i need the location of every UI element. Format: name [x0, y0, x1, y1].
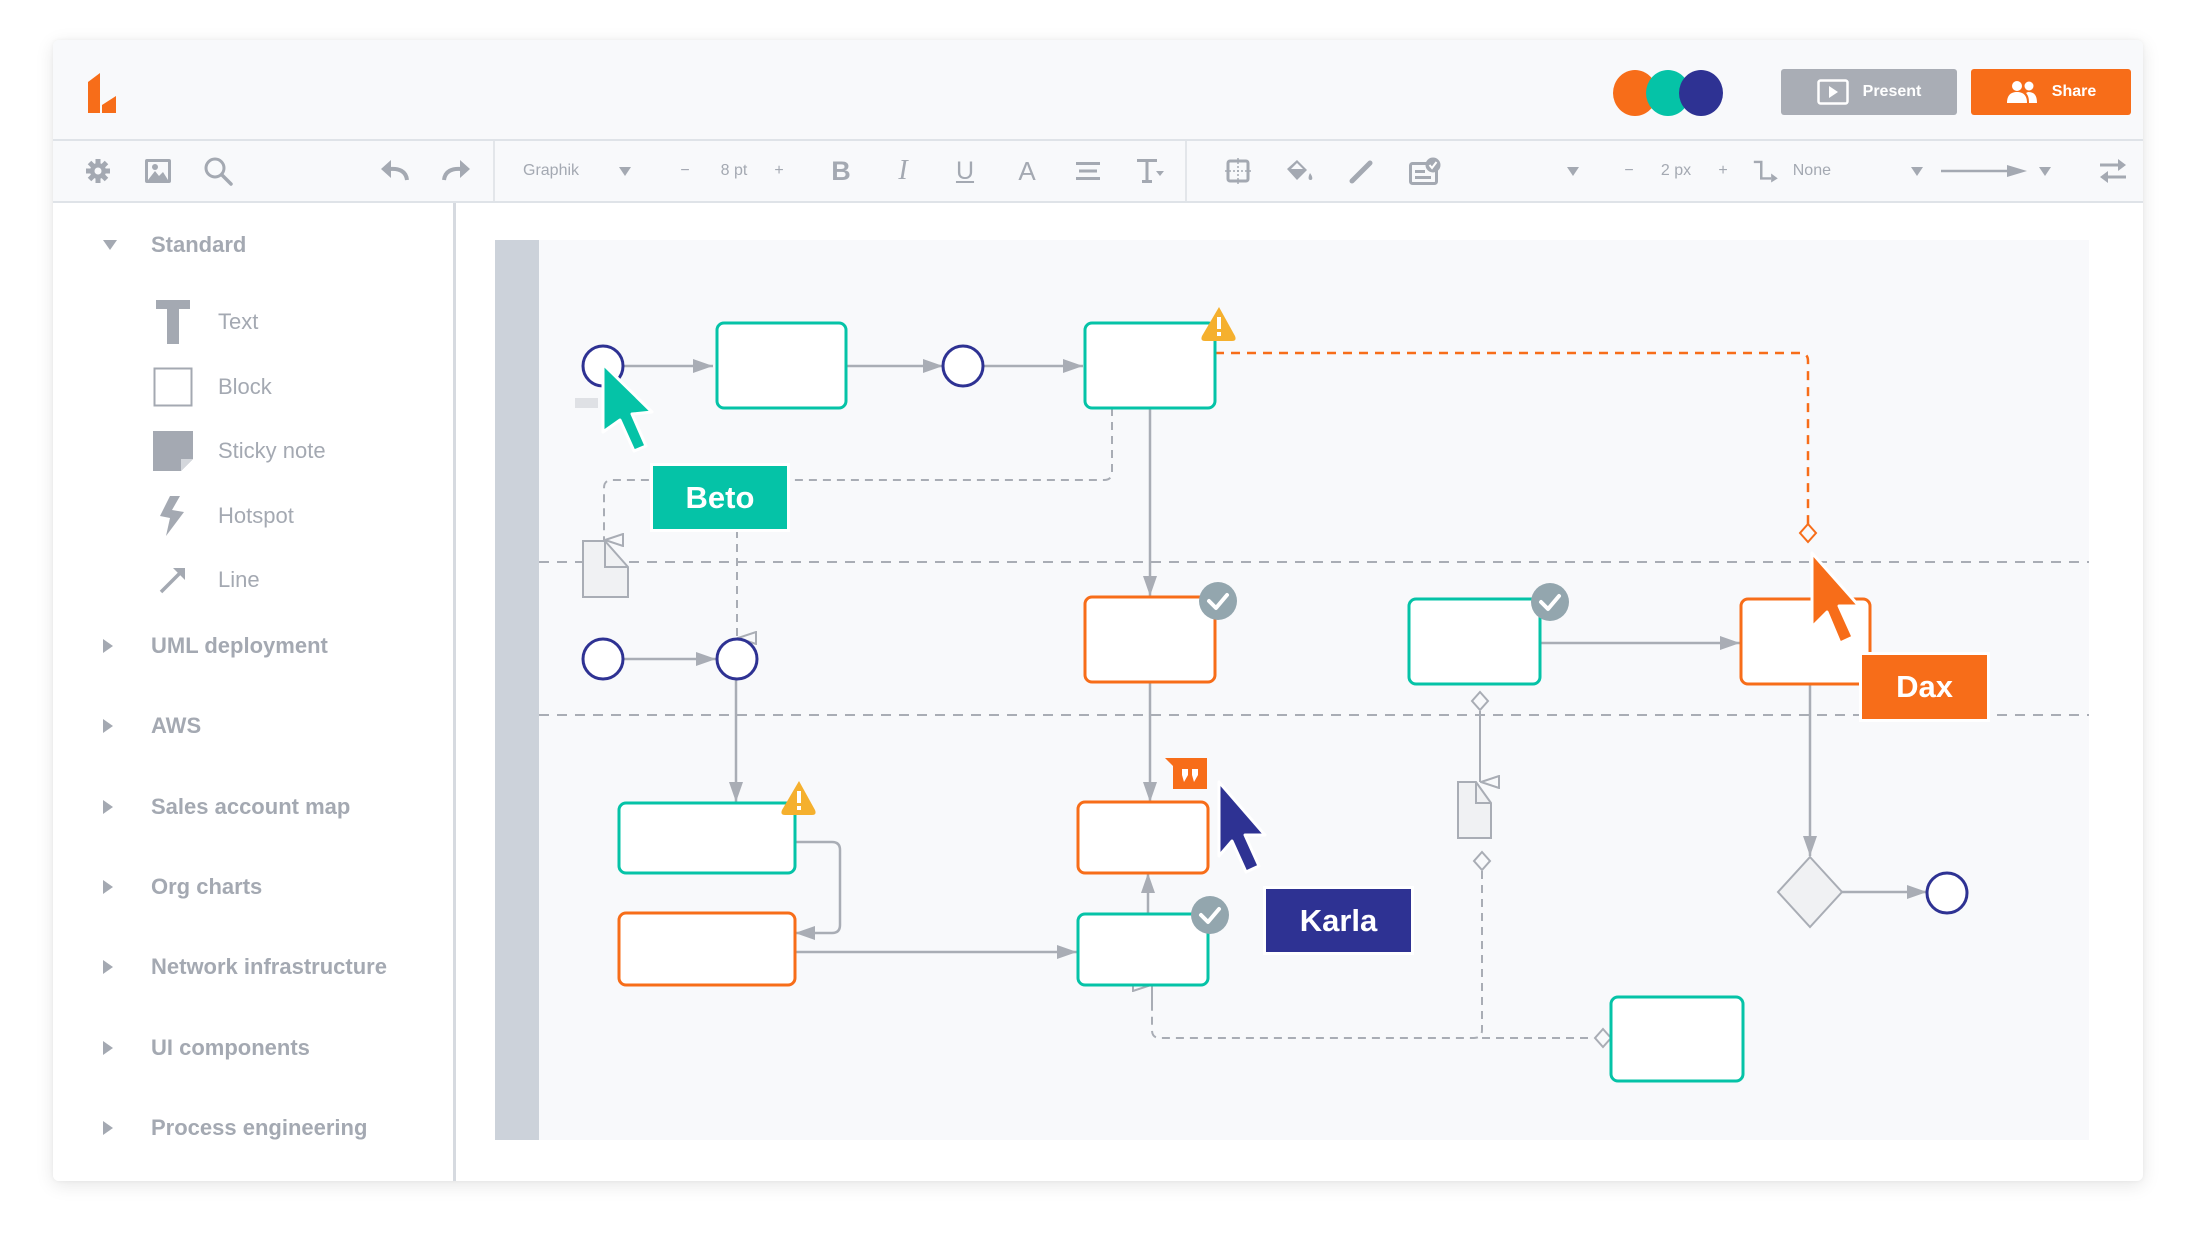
process-box[interactable] [1083, 595, 1217, 684]
process-box[interactable] [1083, 321, 1217, 410]
diagram-canvas[interactable] [0, 0, 2200, 1238]
drag-handle [575, 398, 598, 408]
process-box[interactable] [1076, 912, 1210, 987]
check-badge[interactable] [1199, 582, 1237, 620]
start-event[interactable] [581, 637, 625, 681]
swimlane-header-bar[interactable] [495, 240, 539, 1140]
process-box[interactable] [1739, 597, 1872, 686]
check-badge[interactable] [1191, 896, 1229, 934]
process-box[interactable] [1609, 995, 1745, 1083]
end-event[interactable] [1925, 871, 1969, 915]
canvas-layer: Beto Dax Karla [0, 0, 2200, 1238]
check-badge[interactable] [1531, 583, 1569, 621]
process-box[interactable] [617, 801, 797, 875]
process-box[interactable] [1076, 800, 1210, 875]
process-box[interactable] [617, 911, 797, 987]
process-box[interactable] [1407, 597, 1542, 686]
process-box[interactable] [715, 321, 848, 410]
intermediate-event[interactable] [715, 637, 759, 681]
intermediate-event[interactable] [941, 344, 985, 388]
